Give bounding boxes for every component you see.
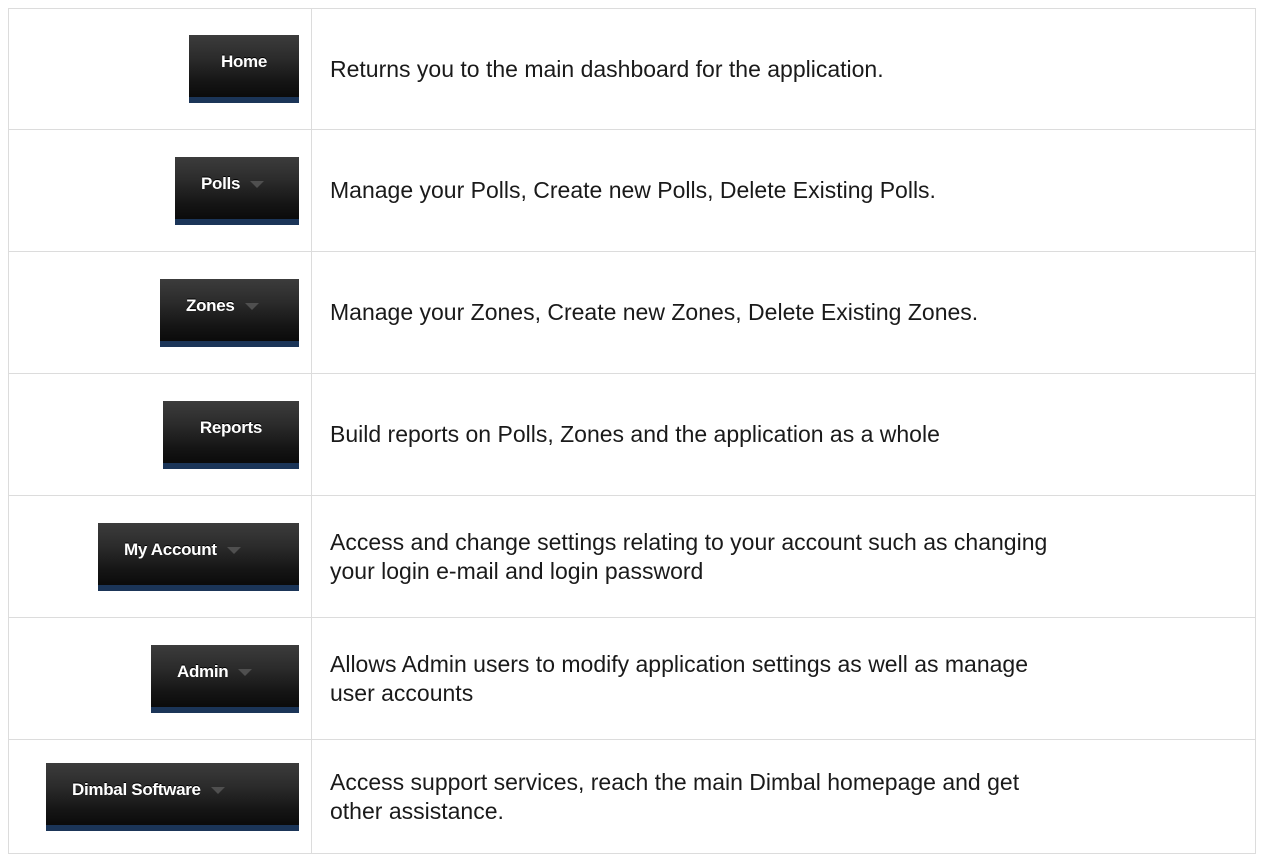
button-cell: My Account <box>8 495 312 618</box>
polls-nav-button[interactable]: Polls <box>175 156 299 225</box>
polls-description: Manage your Polls, Create new Polls, Del… <box>330 177 936 203</box>
dimbal-software-description-line-2: other assistance. <box>330 797 504 824</box>
legend-row-reports: Reports Build reports on Polls, Zones an… <box>8 373 1256 496</box>
legend-row-admin: Admin Allows Admin users to modify appli… <box>8 617 1256 740</box>
admin-nav-button[interactable]: Admin <box>151 644 299 713</box>
admin-nav-label: Admin <box>177 661 229 681</box>
button-cell: Zones <box>8 251 312 374</box>
chevron-down-icon <box>244 303 259 310</box>
legend-row-polls: Polls Manage your Polls, Create new Poll… <box>8 129 1256 252</box>
my-account-description-line-2: your login e-mail and login password <box>330 557 704 584</box>
home-nav-label: Home <box>220 52 268 71</box>
reports-description: Build reports on Polls, Zones and the ap… <box>330 421 940 447</box>
home-nav-button[interactable]: Home <box>189 35 299 103</box>
chevron-down-icon <box>250 181 265 188</box>
dimbal-software-description-line-1: Access support services, reach the main … <box>330 768 1020 795</box>
chevron-down-icon <box>238 669 253 676</box>
reports-nav-label: Reports <box>199 417 263 437</box>
my-account-nav-label: My Account <box>124 539 217 559</box>
legend-row-my-account: My Account Access and change settings re… <box>8 495 1256 618</box>
button-cell: Home <box>8 8 312 130</box>
zones-nav-button[interactable]: Zones <box>160 278 299 347</box>
button-cell: Polls <box>8 129 312 252</box>
dimbal-software-nav-label: Dimbal Software <box>72 779 201 799</box>
legend-row-dimbal-software: Dimbal Software Access support services,… <box>8 739 1256 854</box>
home-description: Returns you to the main dashboard for th… <box>330 55 884 82</box>
button-cell: Dimbal Software <box>8 739 312 854</box>
dimbal-software-nav-button[interactable]: Dimbal Software <box>46 762 299 831</box>
my-account-nav-button[interactable]: My Account <box>98 522 299 591</box>
description-cell: Returns you to the main dashboard for th… <box>311 8 1256 130</box>
description-cell: Manage your Zones, Create new Zones, Del… <box>311 251 1256 374</box>
navigation-legend-table: Home Returns you to the main dashboard f… <box>8 8 1256 854</box>
description-cell: Access and change settings relating to y… <box>311 495 1256 618</box>
admin-description-line-1: Allows Admin users to modify application… <box>330 650 1029 677</box>
polls-nav-label: Polls <box>201 173 241 193</box>
chevron-down-icon <box>226 547 241 554</box>
zones-description: Manage your Zones, Create new Zones, Del… <box>330 299 979 325</box>
button-cell: Reports <box>8 373 312 496</box>
legend-row-home: Home Returns you to the main dashboard f… <box>8 8 1256 130</box>
my-account-description-line-1: Access and change settings relating to y… <box>330 528 1048 555</box>
zones-nav-label: Zones <box>186 295 235 315</box>
admin-description-line-2: user accounts <box>330 679 474 706</box>
description-cell: Access support services, reach the main … <box>311 739 1256 854</box>
button-cell: Admin <box>8 617 312 740</box>
description-cell: Build reports on Polls, Zones and the ap… <box>311 373 1256 496</box>
description-cell: Manage your Polls, Create new Polls, Del… <box>311 129 1256 252</box>
legend-row-zones: Zones Manage your Zones, Create new Zone… <box>8 251 1256 374</box>
reports-nav-button[interactable]: Reports <box>163 400 299 469</box>
chevron-down-icon <box>210 787 225 794</box>
description-cell: Allows Admin users to modify application… <box>311 617 1256 740</box>
